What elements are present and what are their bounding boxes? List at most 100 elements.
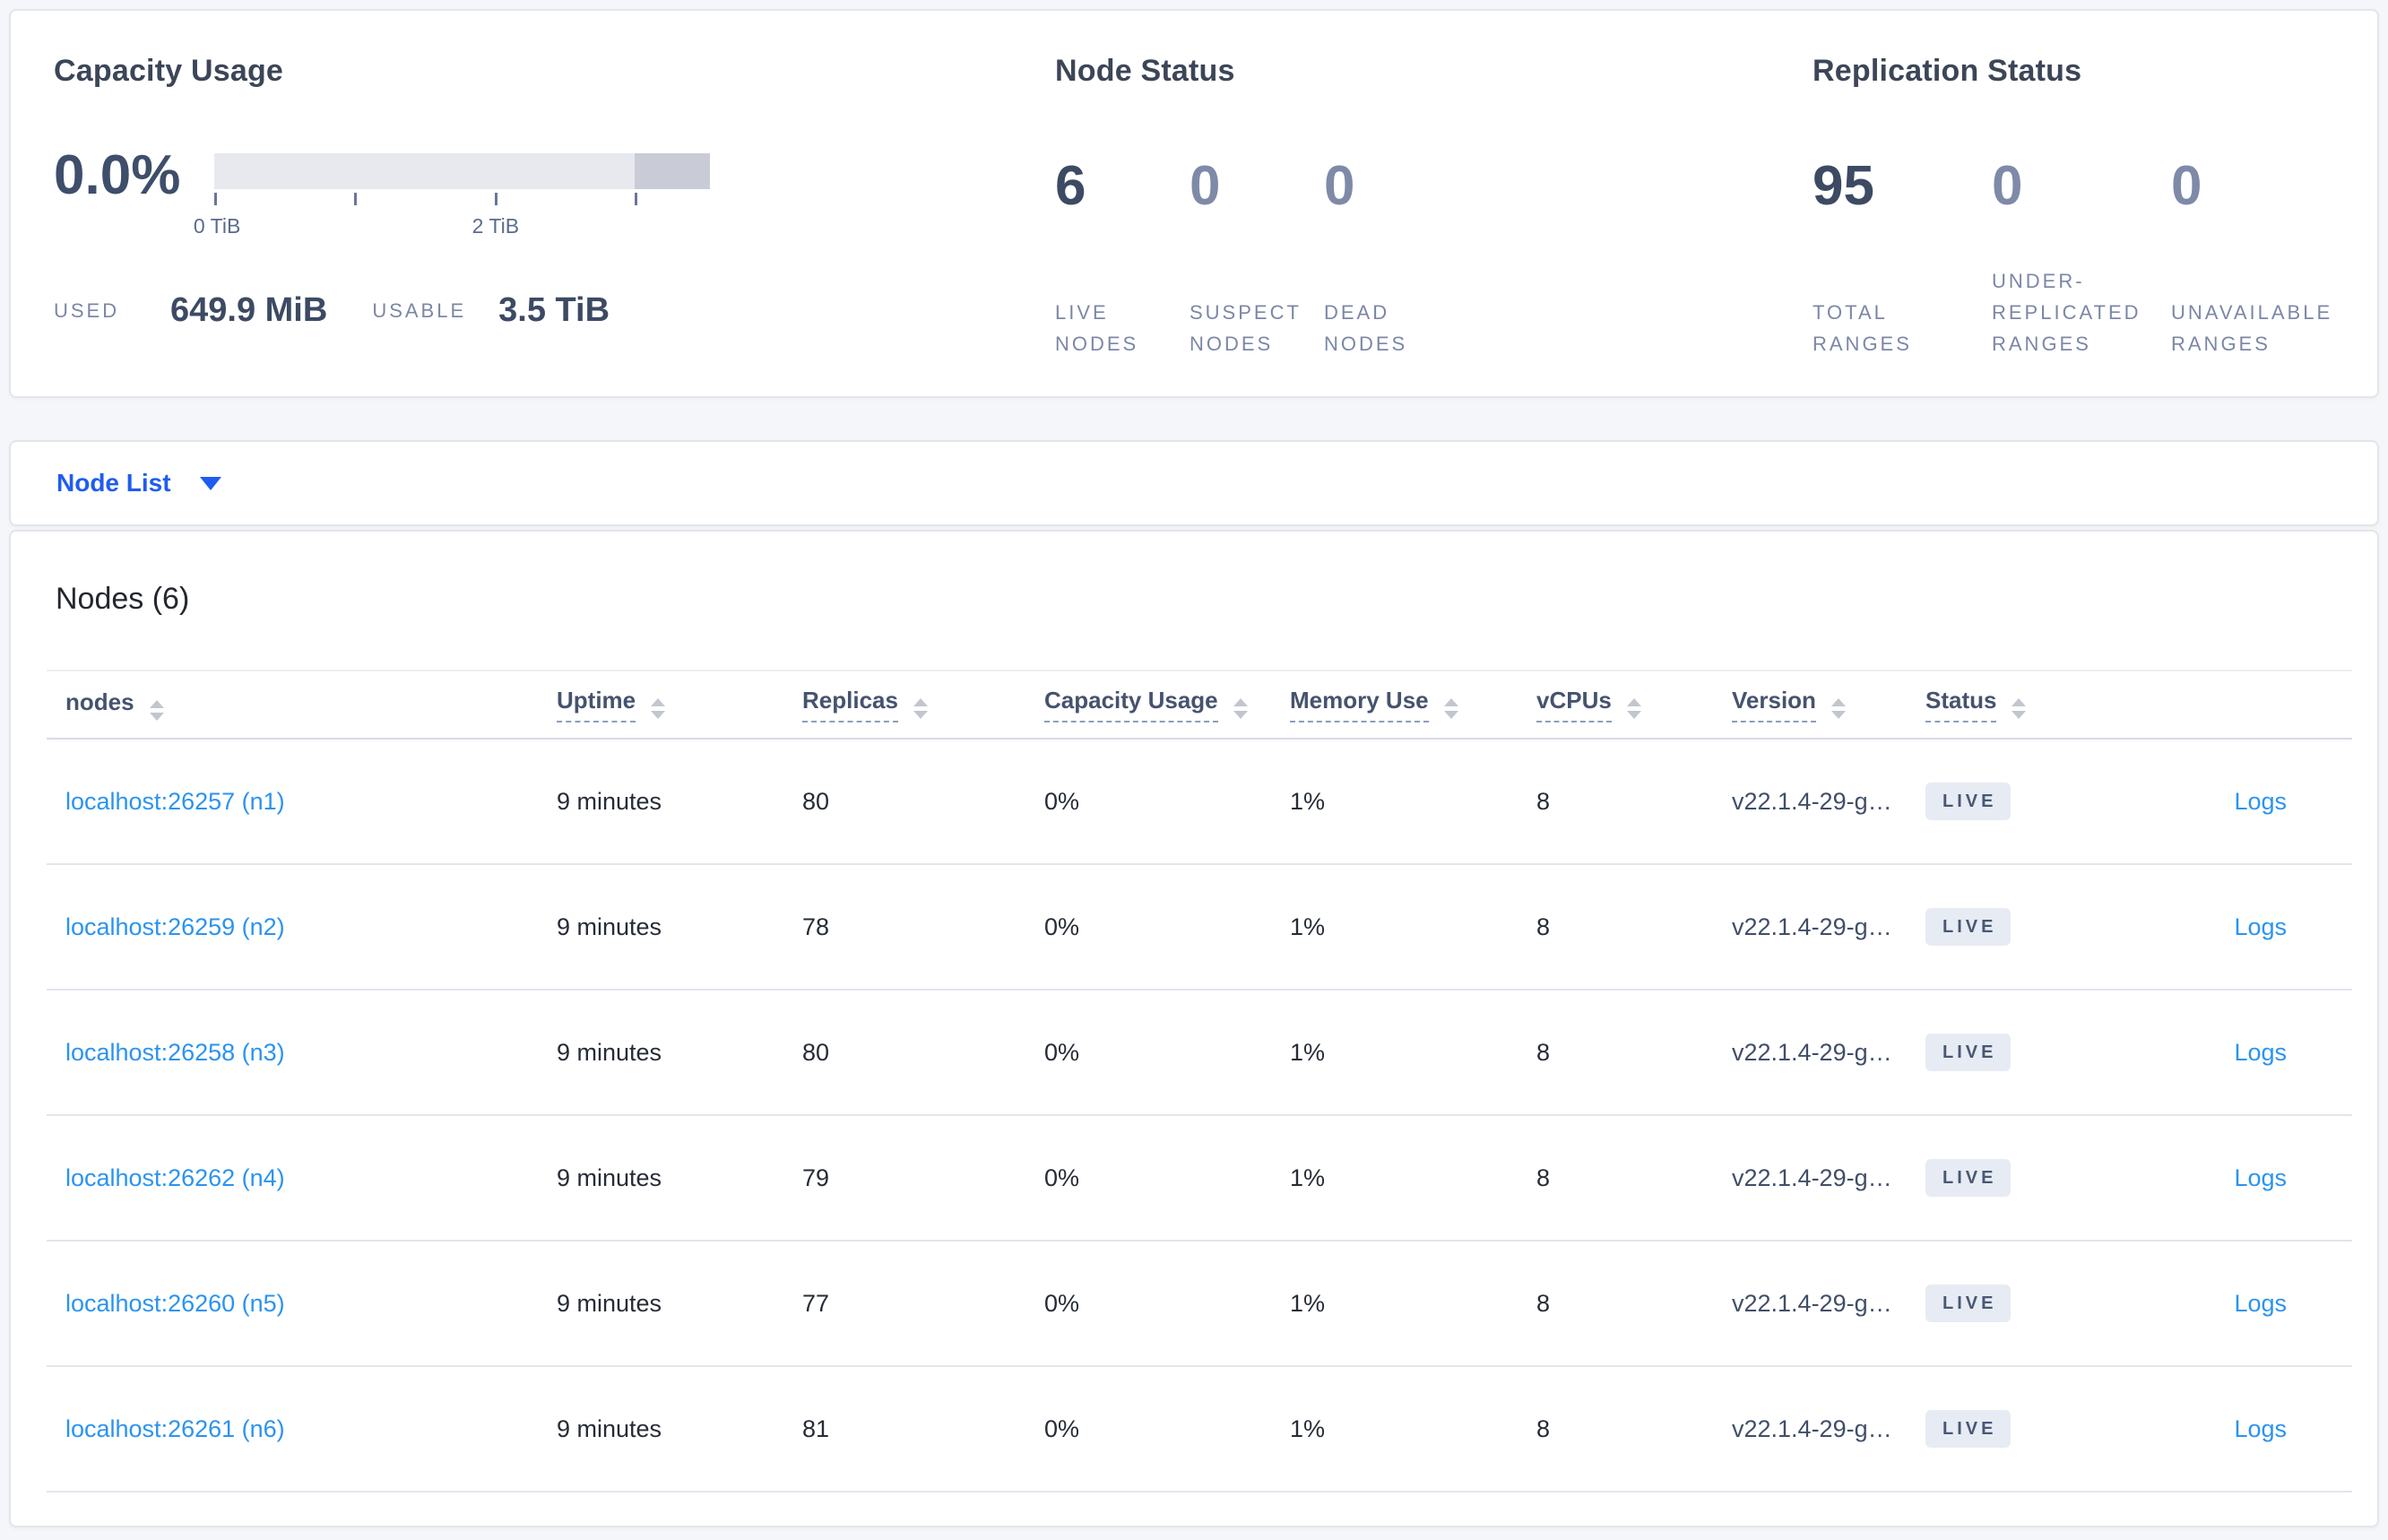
sort-arrows-icon[interactable] bbox=[1233, 698, 1248, 719]
node-cell: localhost:26257 (n1) bbox=[47, 788, 557, 816]
table-header-row: nodes Uptime Replicas Capacity Usage Memory … bbox=[47, 670, 2352, 740]
under-replicated-ranges-value: 0 bbox=[1992, 155, 2023, 217]
capacity-bar-reserved-segment bbox=[634, 153, 711, 189]
logs-link[interactable]: Logs bbox=[2234, 1415, 2287, 1442]
status-cell: LIVE bbox=[1925, 908, 2159, 946]
suspect-nodes-label: SUSPECT NODES bbox=[1190, 301, 1302, 355]
column-header-uptime[interactable]: Uptime bbox=[557, 687, 802, 722]
vcpus-cell: 8 bbox=[1536, 1289, 1551, 1317]
used-label: USED bbox=[54, 298, 120, 322]
sort-arrows-icon[interactable] bbox=[2012, 698, 2027, 719]
uptime-cell: 9 minutes bbox=[557, 1038, 662, 1066]
vcpus-cell: 8 bbox=[1536, 913, 1551, 940]
node-link[interactable]: localhost:26258 (n3) bbox=[65, 1039, 285, 1066]
vcpus-cell: 8 bbox=[1536, 787, 1551, 815]
sort-arrows-icon[interactable] bbox=[913, 698, 928, 719]
axis-tick bbox=[354, 193, 358, 205]
table-row: localhost:26258 (n3) 9 minutes 80 0% 1% 8 v22.… bbox=[47, 991, 2352, 1116]
logs-cell: Logs bbox=[2159, 913, 2352, 941]
memory-use-cell: 1% bbox=[1290, 913, 1326, 940]
axis-tick bbox=[214, 193, 218, 205]
column-header-node[interactable]: nodes bbox=[47, 688, 557, 721]
node-link[interactable]: localhost:26262 (n4) bbox=[65, 1164, 285, 1191]
sort-arrows-icon[interactable] bbox=[651, 698, 666, 719]
node-cell: localhost:26259 (n2) bbox=[47, 913, 557, 941]
node-list-dropdown-label[interactable]: Node List bbox=[56, 469, 171, 497]
status-badge: LIVE bbox=[1925, 783, 2012, 820]
table-row: localhost:26257 (n1) 9 minutes 80 0% 1% 8 v22.… bbox=[47, 740, 2352, 865]
capacity-usage-cell: 0% bbox=[1044, 1415, 1080, 1442]
column-header-memory_use[interactable]: Memory Use bbox=[1290, 687, 1536, 722]
column-header-version[interactable]: Version bbox=[1732, 687, 1925, 722]
version-cell: v22.1.4-29-g… bbox=[1732, 1038, 1892, 1066]
capacity-usage-cell: 0% bbox=[1044, 1289, 1080, 1317]
nodes-table-card: Nodes (6) nodes Uptime Replicas Capacity Us… bbox=[9, 530, 2379, 1527]
replication-status-section: Replication Status 95 TOTAL RANGES 0 UND… bbox=[1813, 54, 2350, 396]
table-row: localhost:26261 (n6) 9 minutes 81 0% 1% 8 v22.… bbox=[47, 1367, 2352, 1492]
axis-tick-label: 2 TiB bbox=[472, 214, 520, 238]
capacity-usage-cell: 0% bbox=[1044, 913, 1080, 940]
node-link[interactable]: localhost:26260 (n5) bbox=[65, 1290, 285, 1317]
memory-use-cell: 1% bbox=[1290, 1164, 1326, 1191]
node-link[interactable]: localhost:26261 (n6) bbox=[65, 1415, 285, 1442]
logs-link[interactable]: Logs bbox=[2234, 1290, 2287, 1317]
usable-value: 3.5 TiB bbox=[498, 291, 610, 329]
column-header-label[interactable]: Version bbox=[1732, 687, 1816, 722]
table-row: localhost:26259 (n2) 9 minutes 78 0% 1% 8 v22.… bbox=[47, 865, 2352, 991]
status-cell: LIVE bbox=[1925, 1410, 2159, 1448]
sort-arrows-icon[interactable] bbox=[1830, 698, 1846, 719]
capacity-percent-value: 0.0% bbox=[54, 144, 181, 206]
axis-tick bbox=[494, 193, 497, 205]
column-header-capacity_usage[interactable]: Capacity Usage bbox=[1044, 687, 1290, 722]
column-header-label[interactable]: Uptime bbox=[557, 687, 636, 722]
dead-nodes-stat: 0 DEAD NODES bbox=[1324, 157, 1458, 359]
logs-link[interactable]: Logs bbox=[2234, 1039, 2287, 1066]
column-header-label[interactable]: vCPUs bbox=[1536, 687, 1612, 722]
sort-arrows-icon[interactable] bbox=[1443, 698, 1458, 719]
node-list-dropdown[interactable]: Node List bbox=[9, 440, 2379, 526]
vcpus-cell: 8 bbox=[1536, 1164, 1551, 1191]
column-header-label[interactable]: Status bbox=[1925, 687, 1997, 722]
chevron-down-icon bbox=[199, 476, 221, 490]
capacity-usage-cell: 0% bbox=[1044, 787, 1080, 815]
logs-cell: Logs bbox=[2159, 1415, 2352, 1443]
logs-cell: Logs bbox=[2159, 1164, 2352, 1192]
column-header-vcpus[interactable]: vCPUs bbox=[1536, 687, 1732, 722]
sort-arrows-icon[interactable] bbox=[1626, 698, 1641, 719]
unavailable-ranges-label: UNAVAILABLE RANGES bbox=[2171, 301, 2333, 355]
logs-link[interactable]: Logs bbox=[2234, 788, 2287, 815]
node-cell: localhost:26261 (n6) bbox=[47, 1415, 557, 1443]
table-row: localhost:26260 (n5) 9 minutes 77 0% 1% 8 v22.… bbox=[47, 1242, 2352, 1367]
node-link[interactable]: localhost:26259 (n2) bbox=[65, 913, 285, 940]
table-row: localhost:26262 (n4) 9 minutes 79 0% 1% 8 v22.… bbox=[47, 1116, 2352, 1242]
replicas-cell: 77 bbox=[802, 1289, 830, 1317]
version-cell: v22.1.4-29-g… bbox=[1732, 1415, 1892, 1442]
column-header-label[interactable]: Replicas bbox=[802, 687, 898, 722]
unavailable-ranges-stat: 0 UNAVAILABLE RANGES bbox=[2171, 157, 2350, 359]
usable-label: USABLE bbox=[372, 298, 467, 322]
axis-tick bbox=[634, 193, 637, 205]
dead-nodes-label: DEAD NODES bbox=[1324, 301, 1408, 355]
memory-use-cell: 1% bbox=[1290, 787, 1326, 815]
capacity-usage-cell: 0% bbox=[1044, 1164, 1080, 1191]
memory-use-cell: 1% bbox=[1290, 1289, 1326, 1317]
column-header-status[interactable]: Status bbox=[1925, 687, 2159, 722]
logs-link[interactable]: Logs bbox=[2234, 913, 2287, 940]
under-replicated-ranges-stat: 0 UNDER-REPLICATED RANGES bbox=[1992, 157, 2171, 359]
status-cell: LIVE bbox=[1925, 783, 2159, 820]
sort-arrows-icon[interactable] bbox=[149, 700, 164, 721]
column-header-label[interactable]: Memory Use bbox=[1290, 687, 1429, 722]
column-header-replicas[interactable]: Replicas bbox=[802, 687, 1044, 722]
status-cell: LIVE bbox=[1925, 1159, 2159, 1197]
status-badge: LIVE bbox=[1925, 1034, 2012, 1071]
column-header-label[interactable]: nodes bbox=[65, 688, 134, 716]
node-link[interactable]: localhost:26257 (n1) bbox=[65, 788, 285, 815]
column-header-label[interactable]: Capacity Usage bbox=[1044, 687, 1218, 722]
status-badge: LIVE bbox=[1925, 1285, 2012, 1322]
logs-link[interactable]: Logs bbox=[2234, 1164, 2287, 1191]
uptime-cell: 9 minutes bbox=[557, 1289, 662, 1317]
capacity-usage-section: Capacity Usage 0.0% 0 TiB 2 TiB USED 649… bbox=[54, 54, 1055, 396]
logs-cell: Logs bbox=[2159, 1039, 2352, 1067]
vcpus-cell: 8 bbox=[1536, 1038, 1551, 1066]
replicas-cell: 79 bbox=[802, 1164, 830, 1191]
